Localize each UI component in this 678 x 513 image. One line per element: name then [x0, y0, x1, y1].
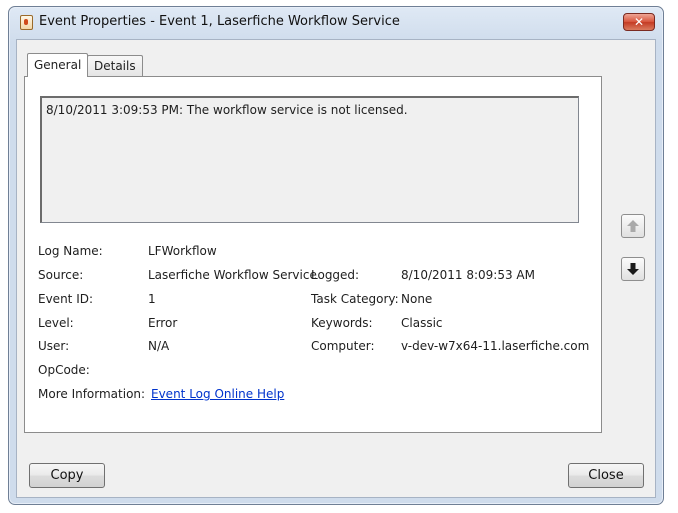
user-value: N/A [148, 339, 170, 353]
close-window-button[interactable]: ✕ [623, 13, 655, 31]
tab-details[interactable]: Details [87, 55, 143, 76]
general-tab-panel: 8/10/2011 3:09:53 PM: The workflow servi… [24, 76, 602, 433]
more-information-label: More Information: [38, 387, 146, 401]
level-label: Level: [38, 316, 74, 330]
copy-button[interactable]: Copy [29, 463, 105, 488]
close-icon: ✕ [633, 15, 645, 29]
next-event-button[interactable] [621, 257, 645, 281]
previous-event-button[interactable] [621, 214, 645, 238]
logged-label: Logged: [311, 268, 360, 282]
opcode-label: OpCode: [38, 363, 90, 377]
arrow-up-icon [627, 220, 639, 232]
task-category-label: Task Category: [311, 292, 399, 306]
dialog-client-area: General Details 8/10/2011 3:09:53 PM: Th… [16, 39, 656, 498]
log-name-value: LFWorkflow [148, 244, 217, 258]
close-button[interactable]: Close [568, 463, 644, 488]
keywords-value: Classic [401, 316, 443, 330]
event-properties-window: Event Properties - Event 1, Laserfiche W… [8, 6, 664, 505]
keywords-label: Keywords: [311, 316, 373, 330]
title-bar[interactable]: Event Properties - Event 1, Laserfiche W… [9, 7, 663, 37]
event-id-label: Event ID: [38, 292, 94, 306]
arrow-down-icon [627, 263, 639, 275]
computer-value: v-dev-w7x64-11.laserfiche.com [401, 339, 590, 353]
window-title: Event Properties - Event 1, Laserfiche W… [39, 14, 400, 29]
source-label: Source: [38, 268, 84, 282]
log-name-label: Log Name: [38, 244, 103, 258]
tab-general[interactable]: General [27, 53, 89, 77]
level-value: Error [148, 316, 178, 330]
event-description-text: 8/10/2011 3:09:53 PM: The workflow servi… [46, 103, 408, 117]
task-category-value: None [401, 292, 433, 306]
event-viewer-app-icon [20, 15, 33, 30]
event-id-value: 1 [148, 292, 156, 306]
user-label: User: [38, 339, 70, 353]
event-log-online-help-link[interactable]: Event Log Online Help [151, 387, 284, 401]
logged-value: 8/10/2011 8:09:53 AM [401, 268, 535, 282]
event-description-box[interactable]: 8/10/2011 3:09:53 PM: The workflow servi… [40, 96, 579, 223]
computer-label: Computer: [311, 339, 375, 353]
source-value: Laserfiche Workflow Service [148, 268, 317, 282]
